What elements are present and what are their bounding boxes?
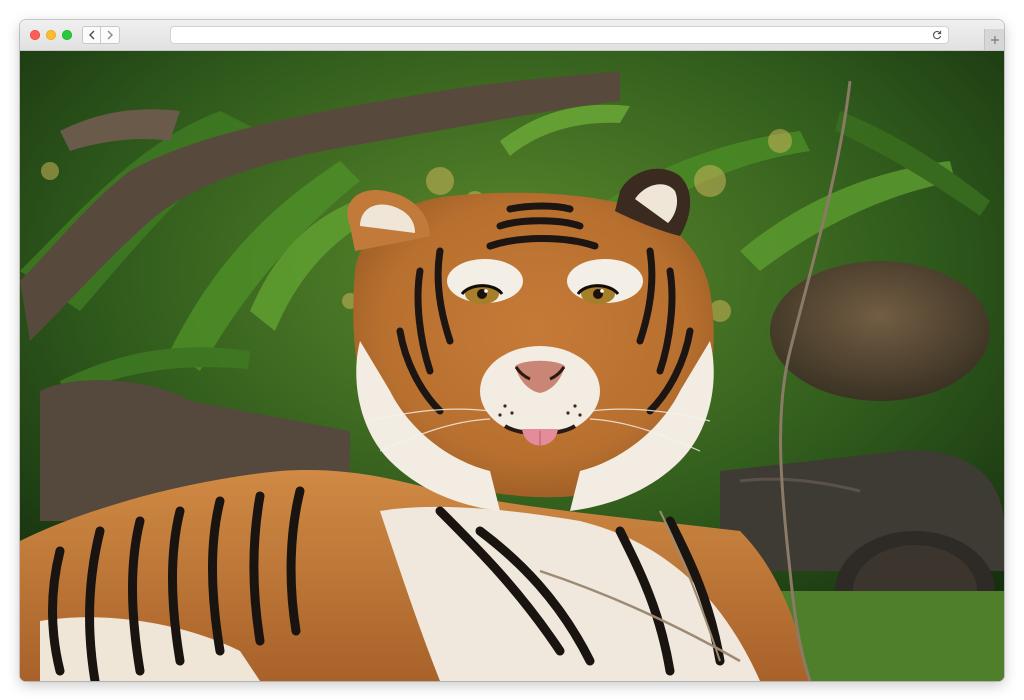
plus-icon bbox=[990, 35, 999, 44]
browser-window bbox=[20, 20, 1004, 681]
close-window-button[interactable] bbox=[30, 30, 40, 40]
maximize-window-button[interactable] bbox=[62, 30, 72, 40]
minimize-window-button[interactable] bbox=[46, 30, 56, 40]
address-bar[interactable] bbox=[170, 26, 949, 44]
title-bar bbox=[20, 20, 1004, 51]
page-content bbox=[20, 51, 1004, 681]
reload-button[interactable] bbox=[930, 28, 944, 42]
tiger-photo bbox=[20, 51, 1004, 681]
reload-icon bbox=[932, 30, 942, 40]
chevron-right-icon bbox=[107, 30, 113, 40]
forward-button[interactable] bbox=[101, 26, 120, 44]
new-tab-button[interactable] bbox=[984, 29, 1004, 50]
back-button[interactable] bbox=[82, 26, 101, 44]
chevron-left-icon bbox=[88, 30, 94, 40]
